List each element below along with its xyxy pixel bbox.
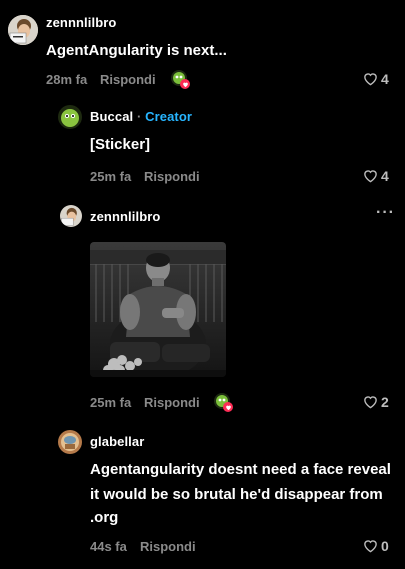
like-count: 2 — [381, 394, 389, 410]
comment-timestamp: 28m fa — [46, 72, 88, 87]
heart-outline-icon — [364, 73, 377, 86]
like-button[interactable]: 0 — [363, 538, 389, 554]
comment-text: [Sticker] — [90, 136, 151, 153]
comment-text-line-1: Agentangularity doesnt need a face revea… — [90, 461, 391, 478]
username-label: Buccal — [90, 109, 134, 124]
avatar[interactable] — [58, 430, 82, 454]
more-options-icon[interactable]: ··· — [376, 204, 395, 222]
comment-text: AgentAngularity is next... — [46, 42, 227, 59]
comment-text-line-2: it would be so brutal he'd disappear fro… — [90, 486, 383, 503]
heart-outline-icon — [364, 170, 377, 183]
comment-username[interactable]: Buccal · Creator — [90, 109, 192, 124]
comment-timestamp: 25m fa — [90, 395, 132, 410]
comment-image[interactable] — [90, 242, 226, 377]
like-button[interactable]: 4 — [363, 168, 389, 184]
reply-button[interactable]: Rispondi — [140, 539, 196, 554]
like-button[interactable]: 4 — [363, 71, 389, 87]
comment-text-line-3: .org — [90, 509, 119, 526]
like-count: 4 — [381, 71, 389, 87]
heart-badge-icon — [180, 79, 190, 89]
creator-badge: Creator — [145, 109, 193, 124]
avatar[interactable] — [60, 205, 82, 227]
reply-button[interactable]: Rispondi — [144, 395, 200, 410]
heart-outline-icon — [364, 396, 377, 409]
like-count: 4 — [381, 168, 389, 184]
avatar[interactable] — [8, 15, 38, 45]
reply-button[interactable]: Rispondi — [144, 169, 200, 184]
reply-button[interactable]: Rispondi — [100, 72, 156, 87]
heart-outline-icon — [364, 540, 377, 553]
like-button[interactable]: 2 — [363, 394, 389, 410]
comment-timestamp: 44s fa — [90, 539, 127, 554]
heart-badge-icon — [223, 402, 233, 412]
avatar[interactable] — [58, 105, 82, 129]
comment-username[interactable]: zennnlilbro — [46, 15, 116, 30]
comment-username[interactable]: glabellar — [90, 434, 144, 449]
badge-separator: · — [136, 109, 142, 124]
comment-username[interactable]: zennnlilbro — [90, 209, 160, 224]
comment-timestamp: 25m fa — [90, 169, 132, 184]
like-count: 0 — [381, 538, 389, 554]
